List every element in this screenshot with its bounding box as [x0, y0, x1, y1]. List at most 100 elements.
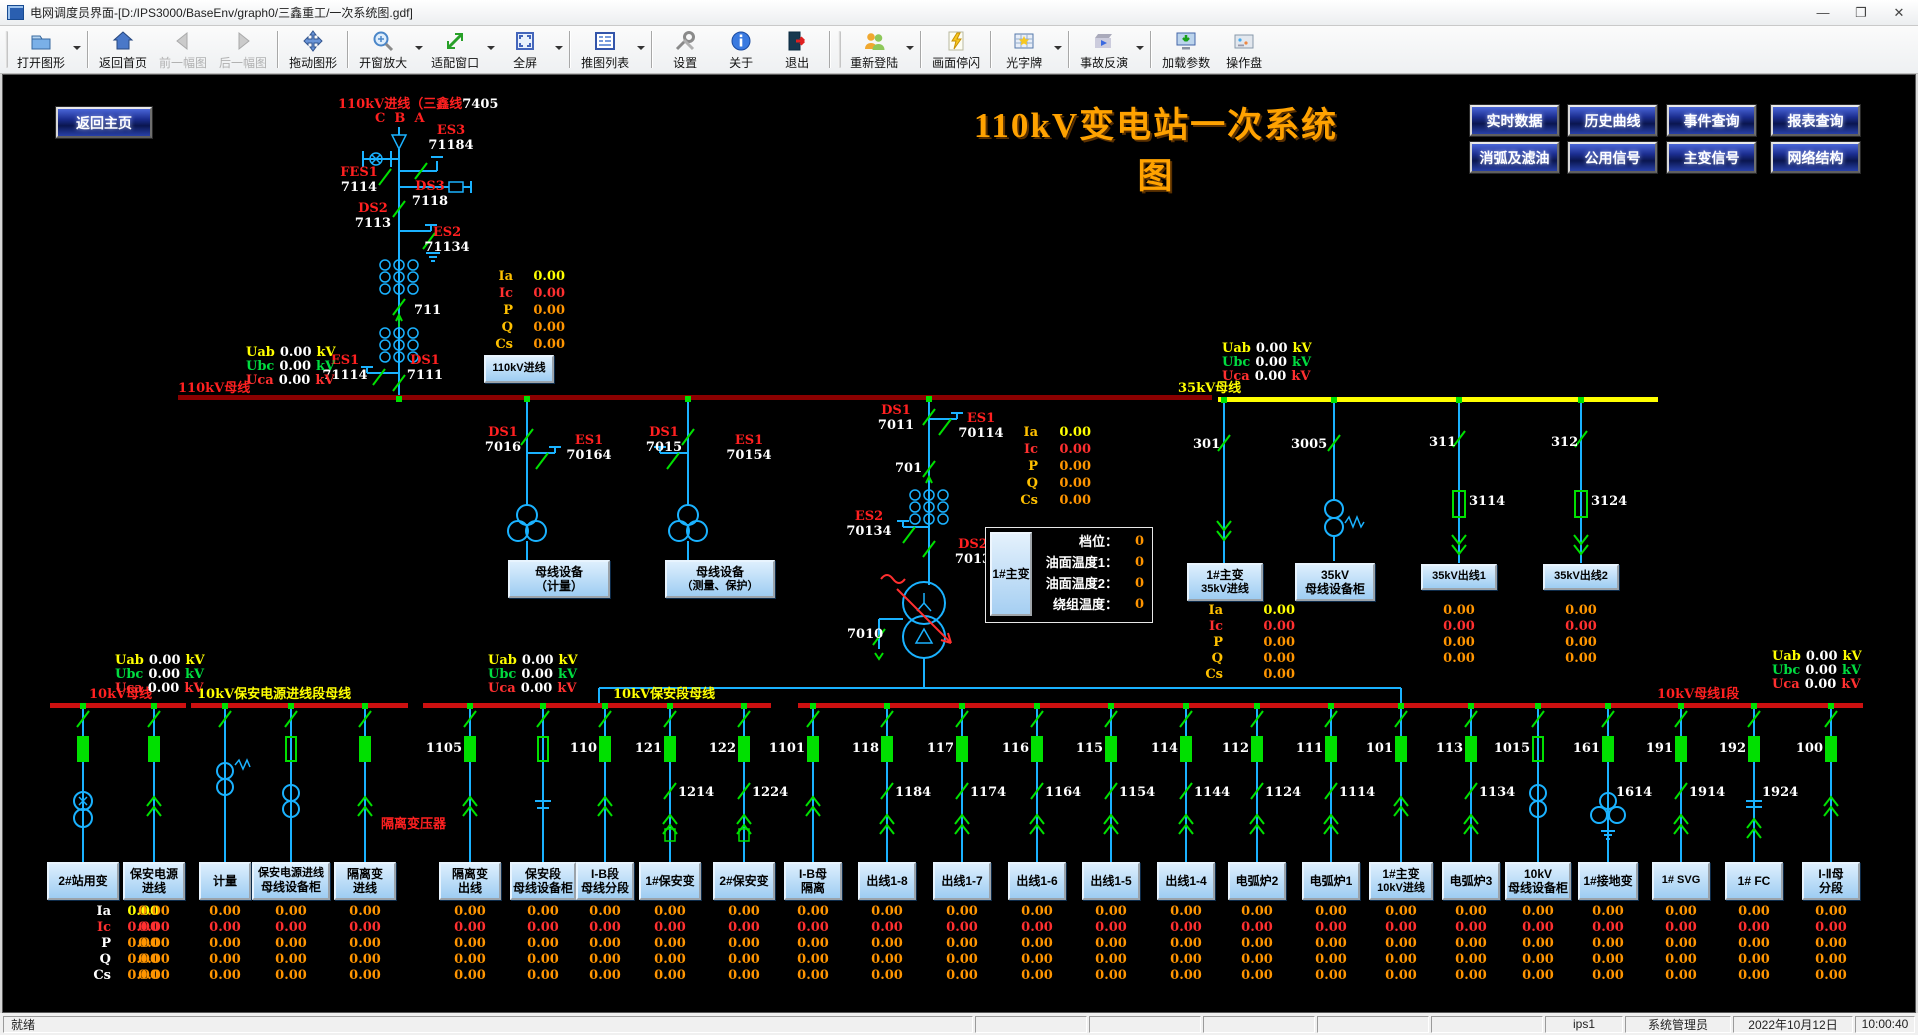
- toolbar-button-stop-flash[interactable]: 画面停闪: [926, 27, 986, 72]
- toolbar-button-light-board[interactable]: 光字牌: [996, 27, 1052, 72]
- home-page-button[interactable]: 返回主页: [56, 107, 152, 138]
- feeder-box-电弧炉2[interactable]: 电弧炉2: [1228, 862, 1286, 900]
- status-bar: 就绪ips1系统管理员2022年10月12日10:00:40: [0, 1013, 1918, 1035]
- bay-box-35kV母线设备柜[interactable]: 35kV母线设备柜: [1295, 563, 1375, 601]
- about-icon: [729, 29, 753, 53]
- toolbar-button-open[interactable]: 打开图形: [11, 27, 71, 72]
- feeder-box-I-B母隔离[interactable]: I-B母隔离: [784, 862, 842, 900]
- feeder-box-电弧炉3[interactable]: 电弧炉3: [1442, 862, 1500, 900]
- bay-box-110kV进线[interactable]: 110kV进线: [484, 355, 554, 383]
- diagram-canvas: 返回主页 实时数据历史曲线事件查询报表查询消弧及滤油公用信号主变信号网络结构 110…: [2, 74, 1916, 1013]
- quick-button-实时数据[interactable]: 实时数据: [1470, 105, 1559, 136]
- chevron-down-icon[interactable]: [637, 46, 645, 54]
- feeder-box-电弧炉1[interactable]: 电弧炉1: [1302, 862, 1360, 900]
- chevron-down-icon[interactable]: [555, 46, 563, 54]
- chevron-down-icon[interactable]: [1054, 46, 1062, 54]
- chevron-down-icon[interactable]: [415, 46, 423, 54]
- feeder-value: 0.00: [1085, 952, 1137, 967]
- feeder-box-1#接地变[interactable]: 1#接地变: [1578, 862, 1638, 900]
- feeder-value: 0.00: [1805, 920, 1857, 935]
- chevron-down-icon[interactable]: [1136, 46, 1144, 54]
- feeder-box-出线1-6[interactable]: 出线1-6: [1008, 862, 1066, 900]
- feeder-box-出线1-7[interactable]: 出线1-7: [933, 862, 991, 900]
- toolbar-button-fit-window[interactable]: 适配窗口: [425, 27, 485, 72]
- quick-button-消弧及滤油[interactable]: 消弧及滤油: [1470, 142, 1559, 173]
- meas-label-Cs: Cs: [487, 337, 513, 352]
- feeder-box-计量[interactable]: 计量: [199, 862, 251, 900]
- transformer-name-box[interactable]: 1#主变: [990, 532, 1032, 616]
- feeder-box-10kV母线设备柜[interactable]: 10kV母线设备柜: [1505, 862, 1571, 900]
- maximize-button[interactable]: ❐: [1842, 0, 1880, 25]
- chevron-down-icon[interactable]: [906, 46, 914, 54]
- voltage-u110-Uca: Uca0.00kV: [246, 373, 334, 388]
- toolbar-button-zoom-window[interactable]: 开窗放大: [353, 27, 413, 72]
- bay-box-35kV出线1[interactable]: 35kV出线1: [1421, 564, 1497, 590]
- toolbar-button-fullscreen[interactable]: 全屏: [497, 27, 553, 72]
- toolbar-button-settings[interactable]: 设置: [657, 27, 713, 72]
- toolbar-button-accident-replay[interactable]: 事故反演: [1074, 27, 1134, 72]
- chevron-down-icon[interactable]: [73, 46, 81, 54]
- toolbar-button-relogin[interactable]: 重新登陆: [844, 27, 904, 72]
- bay-box-母线设备计量[interactable]: 母线设备（计量）: [508, 560, 610, 598]
- toolbar-button-graph-list[interactable]: 推图列表: [575, 27, 635, 72]
- feeder-value: 0.00: [644, 936, 696, 951]
- toolbar-button-exit[interactable]: 退出: [769, 27, 825, 72]
- feeder-box-出线1-8[interactable]: 出线1-8: [858, 862, 916, 900]
- feeder-box-保安电源进线[interactable]: 保安电源进线: [123, 862, 185, 900]
- feeder-box-隔离变进线[interactable]: 隔离变进线: [334, 862, 396, 900]
- meas-label-Ic: Ic: [1012, 442, 1038, 457]
- quick-button-网络结构[interactable]: 网络结构: [1771, 142, 1860, 173]
- feeder-box-1#主变10kV进线[interactable]: 1#主变10kV进线: [1369, 862, 1433, 900]
- toolbar-button-home[interactable]: 返回首页: [93, 27, 153, 72]
- feeder-box-1#保安变[interactable]: 1#保安变: [639, 862, 701, 900]
- feeder-value: 0.00: [265, 920, 317, 935]
- bay-box-母线设备测量保护[interactable]: 母线设备（测量、保护）: [665, 560, 775, 598]
- feeder-box-隔离变出线[interactable]: 隔离变出线: [439, 862, 501, 900]
- feeder-num-1144: 1144: [1194, 785, 1238, 800]
- feeder-num-117: 117: [910, 741, 954, 756]
- feeder-num-100: 100: [1779, 741, 1823, 756]
- toolbar-button-about[interactable]: 关于: [713, 27, 769, 72]
- close-button[interactable]: ✕: [1880, 0, 1918, 25]
- meas-value-Cs: 0.00: [519, 337, 565, 352]
- feeder-value: 0.00: [1582, 968, 1634, 983]
- toolbar-button-load-params[interactable]: 加载参数: [1156, 27, 1216, 72]
- feeder-num-116: 116: [985, 741, 1029, 756]
- feeder-box-2#站用变[interactable]: 2#站用变: [47, 862, 119, 900]
- toolbar-button-op-panel[interactable]: 操作盘: [1216, 27, 1272, 72]
- toolbar-button-label: 拖动图形: [289, 54, 337, 71]
- meas-value-Q: 0.00: [1249, 651, 1295, 666]
- meas-label-Ic: Ic: [1197, 619, 1223, 634]
- feeder-box-出线1-5[interactable]: 出线1-5: [1082, 862, 1140, 900]
- feeder-value: 0.00: [128, 936, 180, 951]
- accident-replay-icon: [1092, 29, 1116, 53]
- feeder-value: 0.00: [517, 952, 569, 967]
- bay-box-1#主变35kV进线[interactable]: 1#主变35kV进线: [1187, 563, 1263, 601]
- feeder-box-出线1-4[interactable]: 出线1-4: [1157, 862, 1215, 900]
- feeder-box-保安电源进线母线设备柜[interactable]: 保安电源进线母线设备柜: [252, 862, 330, 900]
- feeder-value: 0.00: [1011, 936, 1063, 951]
- feeder-value: 0.00: [444, 920, 496, 935]
- xfmr-row-value: 0: [1118, 597, 1144, 612]
- feeder-box-I-B段母线分段[interactable]: I-B段母线分段: [576, 862, 634, 900]
- feeder-box-2#保安变[interactable]: 2#保安变: [713, 862, 775, 900]
- chevron-down-icon[interactable]: [487, 46, 495, 54]
- feeder-value: 0.00: [1655, 968, 1707, 983]
- toolbar-button-pan[interactable]: 拖动图形: [283, 27, 343, 72]
- meas-value-P: 0.00: [1249, 635, 1295, 650]
- quick-button-主变信号[interactable]: 主变信号: [1667, 142, 1756, 173]
- quick-button-事件查询[interactable]: 事件查询: [1667, 105, 1756, 136]
- quick-button-历史曲线[interactable]: 历史曲线: [1568, 105, 1657, 136]
- feeder-box-保安段母线设备柜[interactable]: 保安段母线设备柜: [510, 862, 576, 900]
- feeder-box-1# FC[interactable]: 1# FC: [1725, 862, 1783, 900]
- toolbar-button-next: 后一幅图: [213, 27, 273, 72]
- feeder-box-I-Ⅱ母分段[interactable]: I-Ⅱ母分段: [1802, 862, 1860, 900]
- feeder-num-1015: 1015: [1486, 741, 1530, 756]
- quick-button-公用信号[interactable]: 公用信号: [1568, 142, 1657, 173]
- feeder-box-1# SVG[interactable]: 1# SVG: [1652, 862, 1710, 900]
- quick-button-报表查询[interactable]: 报表查询: [1771, 105, 1860, 136]
- bay-box-35kV出线2[interactable]: 35kV出线2: [1543, 564, 1619, 590]
- window-titlebar: 电网调度员界面-[D:/IPS3000/BaseEnv/graph0/三鑫重工/…: [0, 0, 1918, 26]
- minimize-button[interactable]: —: [1804, 0, 1842, 25]
- status-empty-cell: [1317, 1016, 1429, 1033]
